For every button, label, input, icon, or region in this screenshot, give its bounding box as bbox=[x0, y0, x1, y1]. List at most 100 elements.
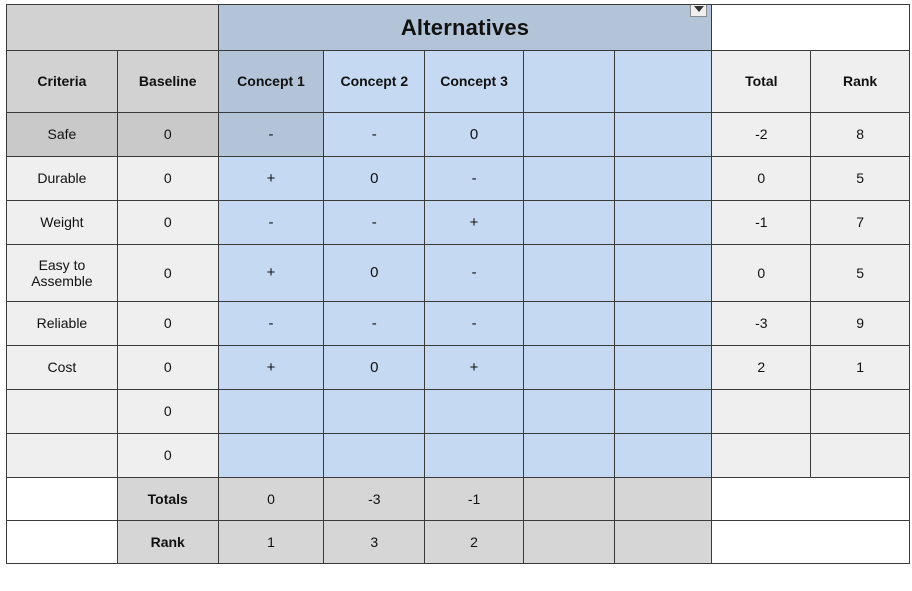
cell-rank[interactable] bbox=[810, 389, 910, 434]
cell-alt4[interactable] bbox=[522, 301, 615, 346]
header-baseline[interactable]: Baseline bbox=[116, 50, 219, 113]
cell-criteria[interactable] bbox=[6, 389, 118, 434]
cell-alt3[interactable]: - bbox=[424, 301, 524, 346]
cell-total[interactable]: -3 bbox=[711, 301, 812, 346]
cell-alt1[interactable]: - bbox=[217, 200, 325, 245]
cell-total[interactable]: 0 bbox=[711, 244, 812, 302]
cell-criteria[interactable]: Weight bbox=[6, 200, 118, 245]
header-alternative-2[interactable]: Concept 2 bbox=[323, 50, 426, 113]
cell-criteria[interactable]: Reliable bbox=[6, 301, 118, 346]
rank-label[interactable]: Rank bbox=[116, 520, 219, 564]
cell-alt1[interactable] bbox=[217, 389, 325, 434]
cell-criteria[interactable] bbox=[6, 433, 118, 478]
cell-total[interactable]: -2 bbox=[711, 112, 812, 157]
header-alternative-3[interactable]: Concept 3 bbox=[424, 50, 524, 113]
rank-alt1[interactable]: 1 bbox=[217, 520, 325, 564]
cell-alt3[interactable] bbox=[424, 389, 524, 434]
cell-alt5[interactable] bbox=[613, 200, 713, 245]
cell-alt4[interactable] bbox=[522, 200, 615, 245]
cell-alt3[interactable] bbox=[424, 433, 524, 478]
cell-baseline[interactable]: 0 bbox=[116, 200, 219, 245]
totals-alt2[interactable]: -3 bbox=[323, 477, 426, 521]
cell-baseline[interactable]: 0 bbox=[116, 433, 219, 478]
cell-alt3[interactable]: + bbox=[424, 200, 524, 245]
totals-row: Totals 0 -3 -1 bbox=[6, 477, 910, 521]
cell-alt3[interactable]: - bbox=[424, 156, 524, 201]
cell-alt2[interactable]: 0 bbox=[323, 345, 426, 390]
cell-alt5[interactable] bbox=[613, 345, 713, 390]
cell-alt5[interactable] bbox=[613, 433, 713, 478]
cell-total[interactable] bbox=[711, 433, 812, 478]
cell-rank[interactable]: 7 bbox=[810, 200, 910, 245]
totals-alt4[interactable] bbox=[522, 477, 615, 521]
cell-alt2[interactable] bbox=[323, 433, 426, 478]
rank-alt3[interactable]: 2 bbox=[424, 520, 524, 564]
cell-total[interactable]: 2 bbox=[711, 345, 812, 390]
cell-rank[interactable]: 1 bbox=[810, 345, 910, 390]
cell-alt1[interactable] bbox=[217, 433, 325, 478]
cell-total[interactable] bbox=[711, 389, 812, 434]
cell-baseline[interactable]: 0 bbox=[116, 301, 219, 346]
cell-baseline[interactable]: 0 bbox=[116, 112, 219, 157]
cell-alt2[interactable]: - bbox=[323, 112, 426, 157]
cell-alt1[interactable]: + bbox=[217, 244, 325, 302]
cell-alt4[interactable] bbox=[522, 389, 615, 434]
totals-label[interactable]: Totals bbox=[116, 477, 219, 521]
cell-alt5[interactable] bbox=[613, 389, 713, 434]
cell-alt5[interactable] bbox=[613, 156, 713, 201]
cell-alt2[interactable]: - bbox=[323, 200, 426, 245]
cell-criteria[interactable]: Durable bbox=[6, 156, 118, 201]
rank-alt2[interactable]: 3 bbox=[323, 520, 426, 564]
cell-total[interactable]: 0 bbox=[711, 156, 812, 201]
cell-alt1[interactable]: + bbox=[217, 345, 325, 390]
header-criteria[interactable]: Criteria bbox=[6, 50, 118, 113]
cell-alt1[interactable]: + bbox=[217, 156, 325, 201]
cell-total[interactable]: -1 bbox=[711, 200, 812, 245]
cell-rank[interactable] bbox=[810, 433, 910, 478]
cell-alt5[interactable] bbox=[613, 301, 713, 346]
cell-alt3[interactable]: - bbox=[424, 244, 524, 302]
cell-alt4[interactable] bbox=[522, 433, 615, 478]
cell-baseline[interactable]: 0 bbox=[116, 156, 219, 201]
cell-baseline[interactable]: 0 bbox=[116, 345, 219, 390]
totals-alt3[interactable]: -1 bbox=[424, 477, 524, 521]
header-rank[interactable]: Rank bbox=[810, 50, 910, 113]
cell-alt5[interactable] bbox=[613, 244, 713, 302]
cell-baseline[interactable]: 0 bbox=[116, 244, 219, 302]
rank-alt5[interactable] bbox=[613, 520, 713, 564]
cell-alt2[interactable]: - bbox=[323, 301, 426, 346]
cell-alt2[interactable] bbox=[323, 389, 426, 434]
pugh-matrix-table: Alternatives Criteria Baseline Concept 1… bbox=[6, 4, 910, 564]
cell-alt1[interactable]: - bbox=[217, 112, 325, 157]
cell-alt4[interactable] bbox=[522, 156, 615, 201]
cell-baseline[interactable]: 0 bbox=[116, 389, 219, 434]
totals-alt1[interactable]: 0 bbox=[217, 477, 325, 521]
header-alternative-1[interactable]: Concept 1 bbox=[217, 50, 325, 113]
table-row: 0 bbox=[6, 389, 910, 434]
cell-rank[interactable]: 8 bbox=[810, 112, 910, 157]
cell-alt1[interactable]: - bbox=[217, 301, 325, 346]
cell-rank[interactable]: 9 bbox=[810, 301, 910, 346]
cell-alt4[interactable] bbox=[522, 112, 615, 157]
header-total[interactable]: Total bbox=[711, 50, 812, 113]
cell-alt4[interactable] bbox=[522, 345, 615, 390]
cell-alt2[interactable]: 0 bbox=[323, 244, 426, 302]
cell-criteria[interactable]: Easy to Assemble bbox=[6, 244, 118, 302]
chevron-down-glyph bbox=[693, 5, 704, 12]
cell-alt3[interactable]: + bbox=[424, 345, 524, 390]
cell-rank[interactable]: 5 bbox=[810, 244, 910, 302]
header-alternative-5[interactable] bbox=[613, 50, 713, 113]
cell-criteria[interactable]: Cost bbox=[6, 345, 118, 390]
cell-criteria[interactable]: Safe bbox=[6, 112, 118, 157]
cell-alt4[interactable] bbox=[522, 244, 615, 302]
table-row: Safe 0 - - 0 -2 8 bbox=[6, 112, 910, 157]
cell-alt5[interactable] bbox=[613, 112, 713, 157]
header-alternative-4[interactable] bbox=[522, 50, 615, 113]
cell-alt2[interactable]: 0 bbox=[323, 156, 426, 201]
totals-alt5[interactable] bbox=[613, 477, 713, 521]
rank-alt4[interactable] bbox=[522, 520, 615, 564]
chevron-down-icon[interactable] bbox=[690, 5, 708, 17]
cell-alt3[interactable]: 0 bbox=[424, 112, 524, 157]
alternatives-band-cell[interactable]: Alternatives bbox=[217, 4, 713, 51]
cell-rank[interactable]: 5 bbox=[810, 156, 910, 201]
